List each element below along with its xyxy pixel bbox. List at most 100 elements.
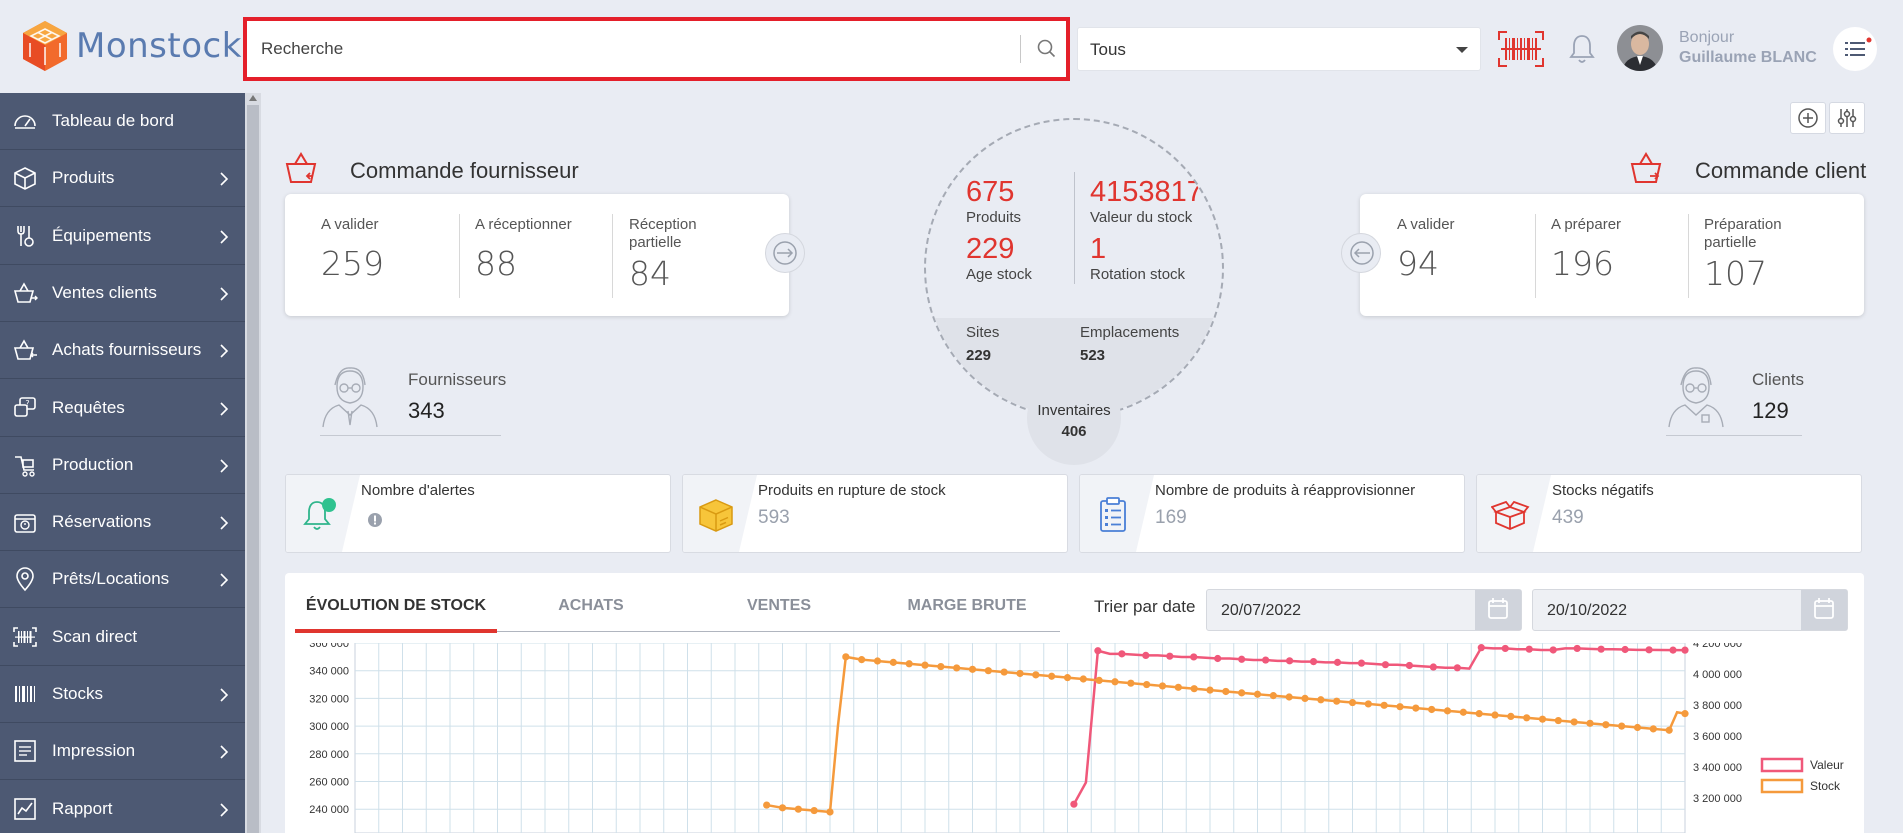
chevron-right-icon [220,401,229,416]
customize-button[interactable] [1829,102,1865,134]
clients-count[interactable]: 129 [1752,398,1789,424]
client-arrow-button[interactable] [1341,233,1381,273]
stock-value[interactable]: 4153817 [1090,176,1203,209]
data-point [1222,687,1230,696]
active-tab-indicator [295,629,497,633]
sidebar-item-prets-locations[interactable]: Prêts/Locations [0,551,245,609]
suppliers-count[interactable]: 343 [408,398,445,424]
tab-stock-evolution[interactable]: ÉVOLUTION DE STOCK [295,597,497,615]
scope-select[interactable]: Tous [1077,27,1481,71]
data-point [1621,645,1629,654]
sidebar-item-ventes-clients[interactable]: Ventes clients [0,265,245,322]
sidebar-item-tableau-de-bord[interactable]: Tableau de bord [0,93,245,150]
sidebar-item-scan-direct[interactable]: Scan direct [0,609,245,666]
sites-count[interactable]: 229 [966,347,991,364]
scroll-thumb[interactable] [247,105,259,833]
date-to-field[interactable]: 20/10/2022 [1532,589,1848,631]
sidebar-item-label: Stocks [52,684,104,703]
chevron-right-icon [220,573,229,587]
user-avatar[interactable] [1617,25,1663,71]
supplier-arrow-button[interactable] [765,233,805,273]
locations-count[interactable]: 523 [1080,347,1105,364]
tools-icon [17,225,34,247]
restock-card[interactable]: Nombre de produits à réapprovisionner 16… [1079,474,1465,553]
legend-label: Stock [1810,779,1841,793]
data-point [1570,718,1578,726]
data-point [1166,652,1174,660]
y-left-tick-label: 260 000 [309,777,349,789]
data-point [1118,650,1126,658]
negative-stock-card[interactable]: Stocks négatifs 439 [1476,474,1862,553]
sidebar-scrollbar[interactable] [245,93,261,833]
sidebar-item-stocks[interactable]: Stocks [0,666,245,723]
data-point [1443,707,1452,715]
stat-label: A réceptionner [475,216,572,233]
barcode-scanner-icon[interactable] [1497,30,1545,68]
date-from-picker-button[interactable] [1475,590,1521,630]
data-point [1459,708,1467,716]
stat-value: 94 [1397,244,1439,283]
search-icon[interactable] [1033,35,1061,63]
data-point [1364,700,1372,708]
locations-label: Emplacements [1080,324,1180,341]
search-input[interactable] [261,31,1001,67]
client-person-icon [1668,367,1724,428]
stat-value: 196 [1551,244,1614,283]
divider [320,435,501,436]
stock-age[interactable]: 229 [966,233,1014,266]
sidebar-item-reservations[interactable]: Réservations [0,494,245,552]
client-partial-preparation[interactable]: Préparation partielle 107 [1704,216,1804,293]
chevron-right-icon [220,172,229,186]
supplier-orders-title: Commande fournisseur [350,158,579,183]
hamburger-icon [1845,37,1872,56]
supplier-orders-card: A valider 259 A réceptionner 88 Réceptio… [285,194,789,316]
sidebar-item-produits[interactable]: Produits [0,150,245,208]
supplier-to-receive[interactable]: A réceptionner 88 [475,216,572,283]
scroll-up-icon[interactable] [249,95,257,101]
inventories-badge[interactable]: Inventaires 406 [1027,371,1121,465]
stock-evolution-panel: ÉVOLUTION DE STOCK ACHATS VENTES MARGE B… [285,573,1864,833]
data-point [1238,655,1246,663]
sidebar-item-label: Requêtes [52,397,125,417]
client-to-validate[interactable]: A valider 94 [1397,216,1455,283]
negative-stock-title: Stocks négatifs [1552,482,1654,499]
tab-sales[interactable]: VENTES [685,597,873,615]
brand-logo[interactable]: Monstock [20,19,242,73]
sidebar-item-requetes[interactable]: ? Requêtes [0,380,245,437]
out-of-stock-card[interactable]: Produits en rupture de stock 593 [682,474,1068,553]
svg-text:?: ? [25,399,29,408]
data-point [1405,661,1414,670]
date-from-field[interactable]: 20/07/2022 [1206,589,1522,631]
add-widget-button[interactable] [1790,102,1826,134]
data-point [1190,685,1198,693]
alerts-count-card[interactable]: Nombre d'alertes [285,474,671,553]
report-icon [14,797,36,820]
y-right-tick-label: 3 800 000 [1693,700,1742,712]
data-point [1523,714,1531,722]
out-of-stock-title: Produits en rupture de stock [758,482,946,499]
data-point [1206,686,1214,694]
tab-gross-margin[interactable]: MARGE BRUTE [873,597,1061,615]
data-point [1285,657,1294,665]
chevron-right-icon [220,287,229,301]
alert-bell-icon [303,498,336,530]
supplier-to-validate[interactable]: A valider 259 [321,216,384,283]
sidebar-item-production[interactable]: Production [0,437,245,494]
tab-purchases[interactable]: ACHATS [497,597,685,615]
products-count[interactable]: 675 [966,176,1014,209]
date-to-picker-button[interactable] [1801,590,1847,630]
clients-label: Clients [1752,370,1804,389]
caret-down-icon [1456,47,1468,53]
sidebar-item-achats-fournisseurs[interactable]: Achats fournisseurs [0,322,245,380]
notification-bell-icon[interactable] [1567,32,1597,66]
client-to-prepare[interactable]: A préparer 196 [1551,216,1621,283]
supplier-partial-reception[interactable]: Réception partielle 84 [629,216,719,293]
stat-label: A préparer [1551,216,1622,233]
sidebar-item-rapport[interactable]: Rapport [0,781,245,833]
sidebar-item-equipements[interactable]: Équipements [0,208,245,265]
stock-rotation[interactable]: 1 [1090,233,1106,266]
sidebar-item-impression[interactable]: Impression [0,723,245,781]
data-point [1301,694,1309,702]
barcode-icon [15,686,35,702]
main-menu-button[interactable] [1833,27,1877,71]
